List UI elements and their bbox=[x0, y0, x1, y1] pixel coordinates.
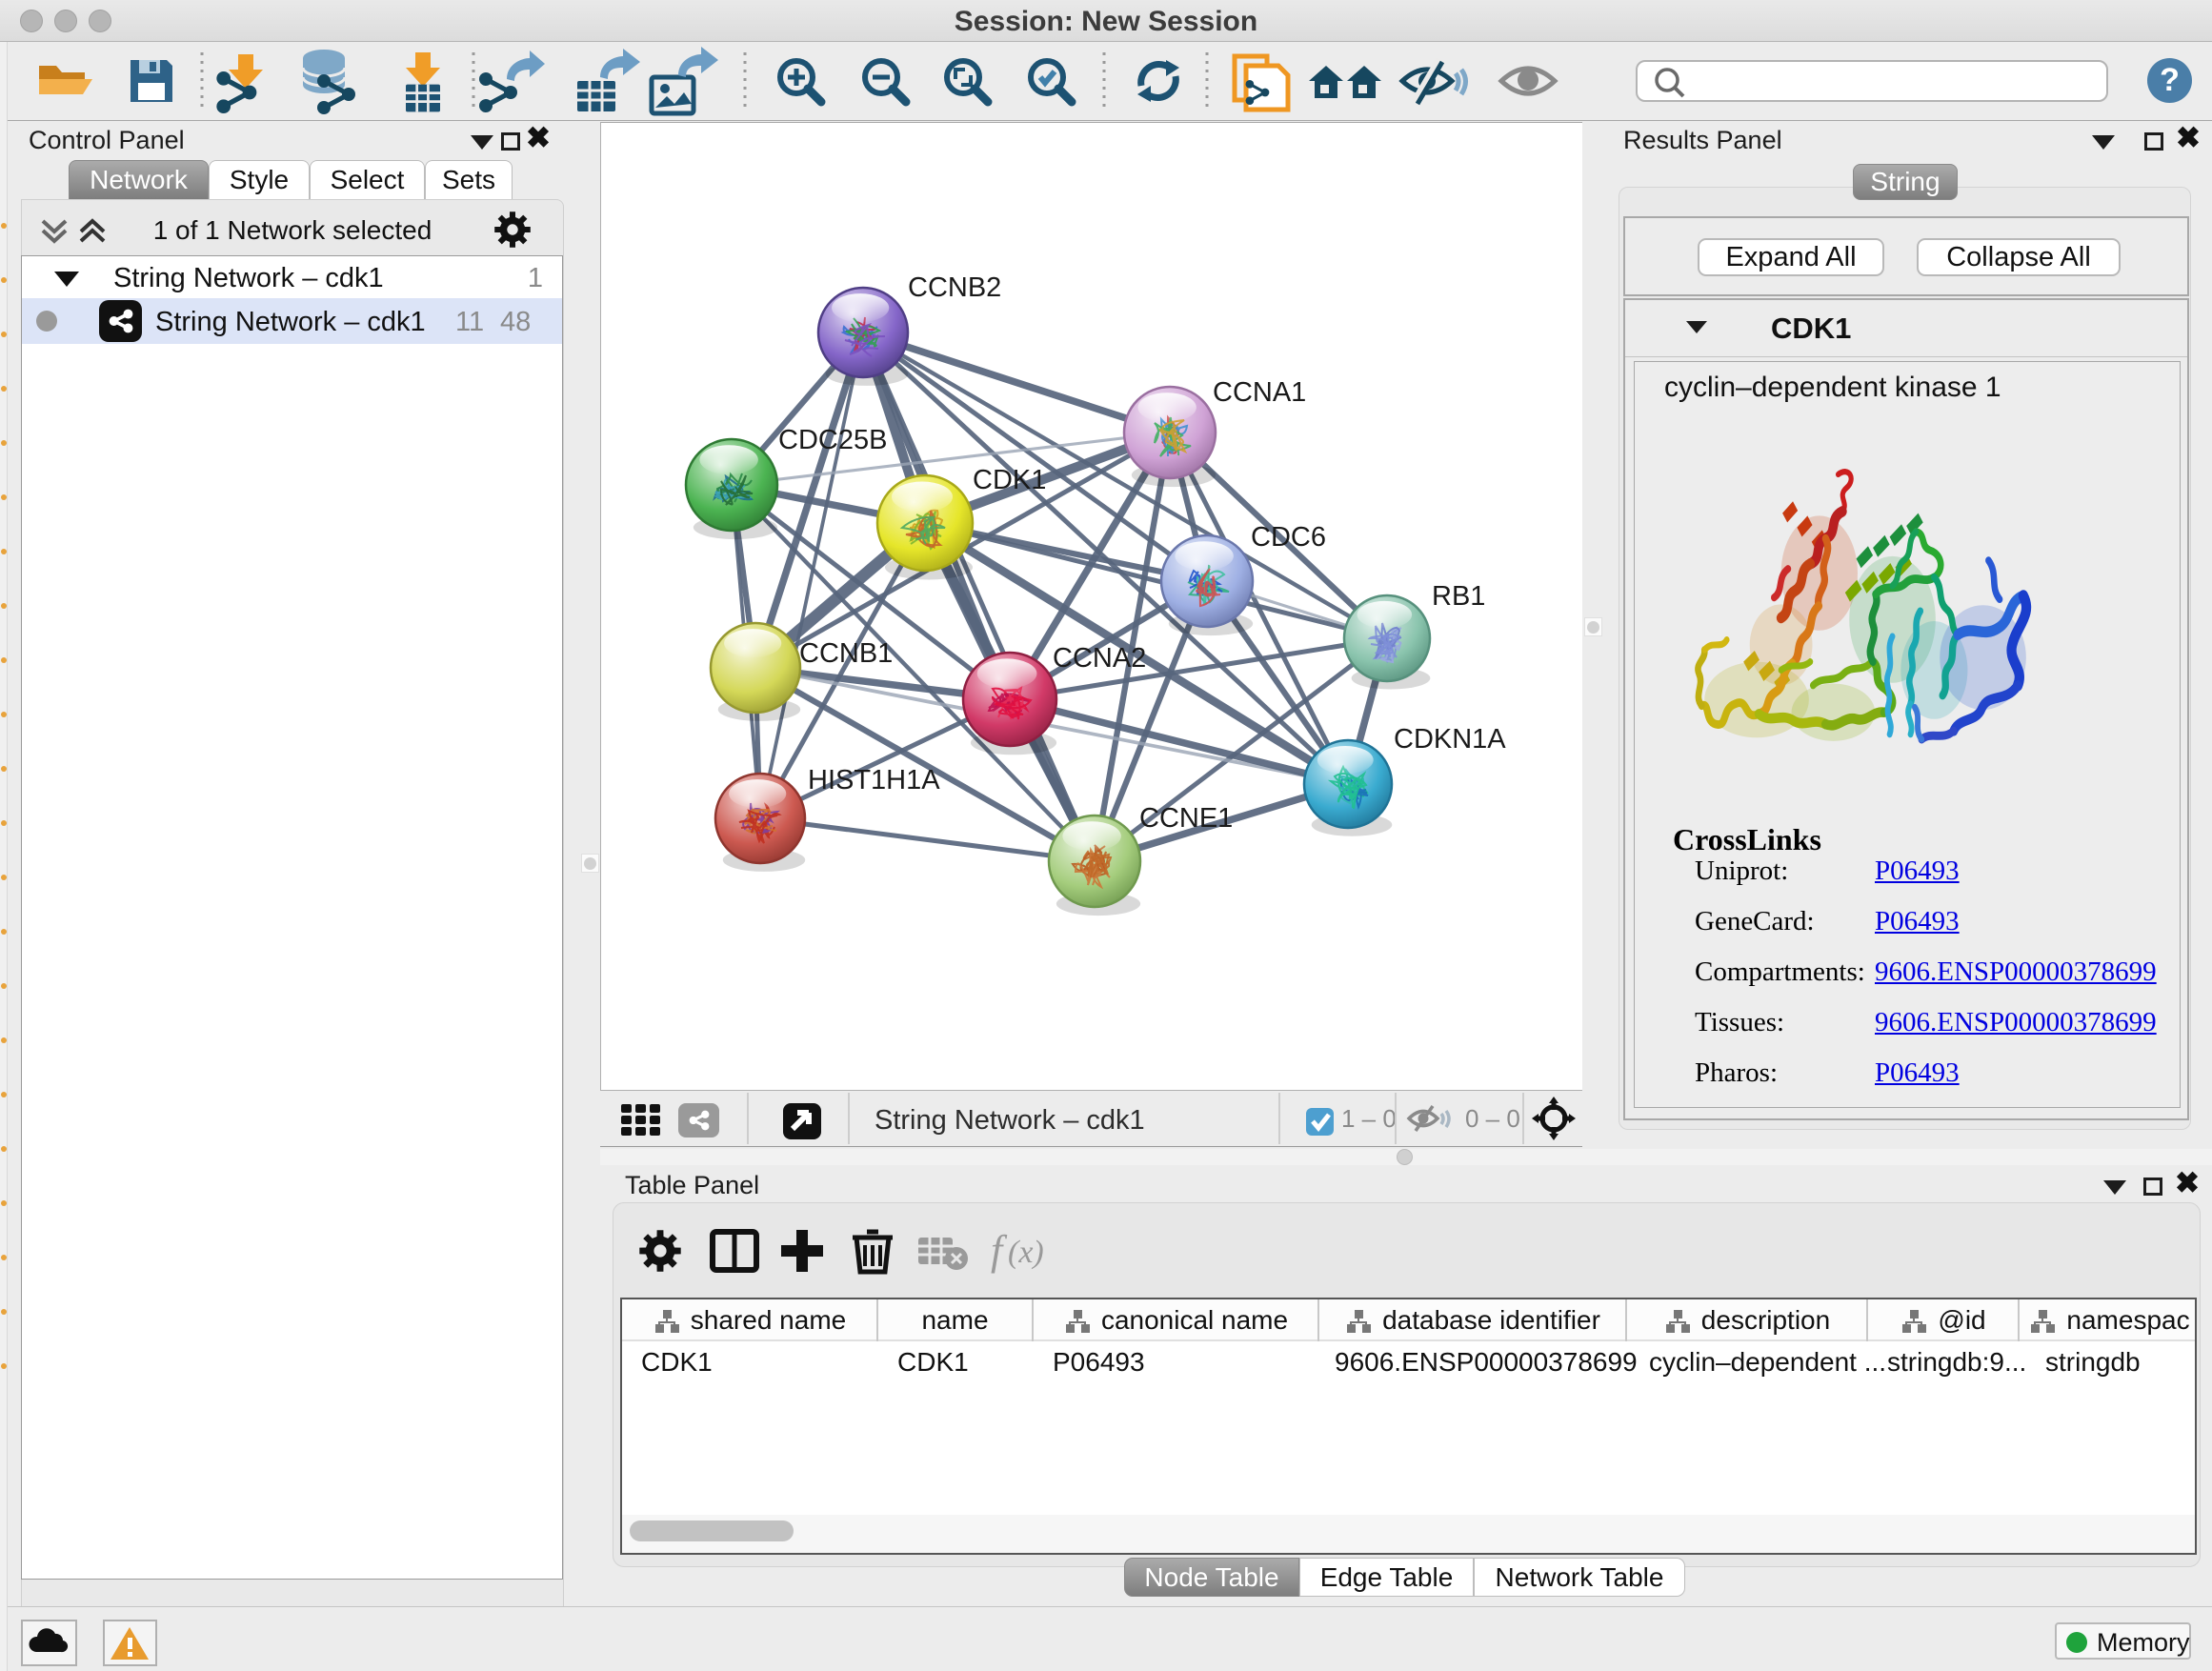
svg-text:CDC6: CDC6 bbox=[1251, 522, 1326, 553]
svg-text:CCNB1: CCNB1 bbox=[799, 638, 893, 669]
svg-text:CCNA2: CCNA2 bbox=[1053, 643, 1146, 674]
svg-text:CDC25B: CDC25B bbox=[778, 425, 887, 455]
svg-text:(x): (x) bbox=[1008, 1235, 1044, 1270]
svg-text:CDK1: CDK1 bbox=[973, 465, 1046, 495]
svg-text:CCNA1: CCNA1 bbox=[1213, 377, 1306, 408]
svg-text:CCNB2: CCNB2 bbox=[908, 272, 1001, 303]
svg-text:0 – 0: 0 – 0 bbox=[1465, 1104, 1520, 1133]
svg-text:CCNE1: CCNE1 bbox=[1139, 803, 1233, 834]
svg-text:1 – 0: 1 – 0 bbox=[1341, 1104, 1397, 1133]
svg-text:HIST1H1A: HIST1H1A bbox=[808, 765, 940, 795]
svg-text:f: f bbox=[991, 1227, 1008, 1274]
svg-text:RB1: RB1 bbox=[1432, 581, 1485, 612]
svg-text:CDKN1A: CDKN1A bbox=[1394, 724, 1506, 755]
svg-text:String Network – cdk1: String Network – cdk1 bbox=[875, 1105, 1145, 1136]
